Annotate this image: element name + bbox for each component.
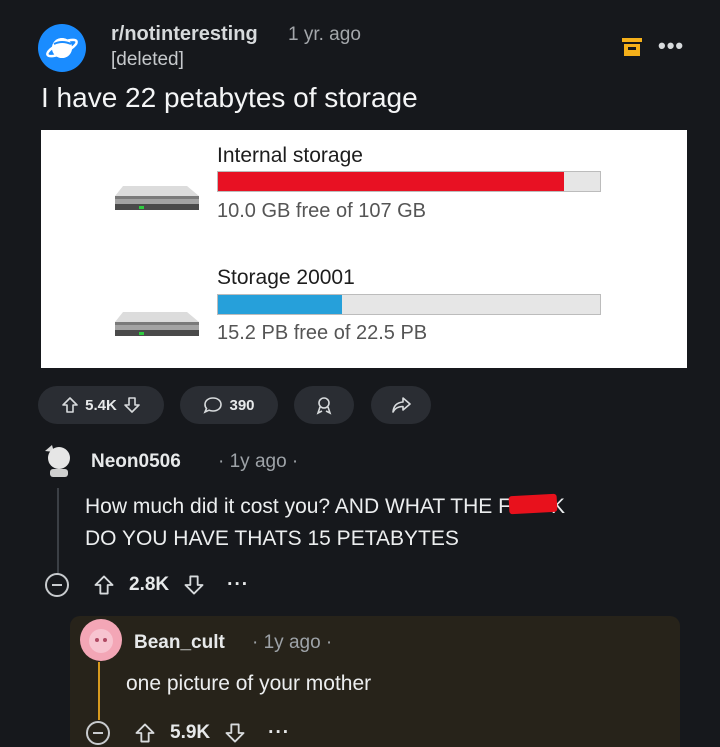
arrow-up-icon[interactable] (61, 396, 79, 414)
drive-name: Storage 20001 (217, 266, 355, 289)
comment-body: one picture of your mother (126, 672, 372, 695)
arrow-down-icon[interactable] (224, 722, 246, 744)
avatar[interactable] (40, 443, 74, 477)
arrow-up-icon[interactable] (93, 574, 115, 596)
post-header: r/notinteresting 1 yr. ago [deleted] ••• (38, 20, 683, 80)
post-comment-count: 390 (229, 396, 255, 414)
bookmark-icon[interactable] (622, 38, 642, 56)
share-button[interactable] (371, 386, 431, 424)
subreddit-name[interactable]: r/notinteresting (111, 23, 258, 46)
redaction-mark (508, 493, 558, 515)
comment-actions: 2.8K ··· (45, 570, 249, 600)
post-time: 1 yr. ago (288, 24, 361, 45)
post-upvote-count: 5.4K (85, 396, 117, 414)
drive-name: Internal storage (217, 144, 363, 167)
comment-actions: 5.9K ··· (86, 718, 290, 747)
drive-usage-bar (217, 171, 601, 192)
drive-usage-fill (218, 172, 565, 191)
post-actions: 5.4K 390 (38, 386, 438, 426)
comment-body: How much did it cost you? AND WHAT THE F… (85, 491, 685, 555)
vote-pill: 5.4K (38, 386, 164, 424)
comment-vote-count: 5.9K (170, 722, 211, 743)
comment-username[interactable]: Bean_cult (134, 632, 225, 654)
more-dots-icon[interactable]: ••• (658, 33, 684, 59)
comment-meta: · 1y ago · (252, 632, 333, 653)
arrow-down-icon[interactable] (183, 574, 205, 596)
comment-username[interactable]: Neon0506 (91, 451, 181, 473)
comments-button[interactable]: 390 (180, 386, 278, 424)
post-title[interactable]: I have 22 petabytes of storage (41, 82, 418, 114)
thread-line[interactable] (57, 488, 59, 574)
drive-icon (115, 186, 199, 210)
drive-usage-bar (217, 294, 601, 315)
comment-line: DO YOU HAVE THATS 15 PETABYTES (85, 527, 459, 550)
avatar[interactable] (80, 619, 122, 661)
post-author[interactable]: [deleted] (111, 49, 184, 71)
more-dots-icon[interactable]: ··· (268, 722, 290, 744)
arrow-down-icon[interactable] (123, 396, 141, 414)
collapse-icon[interactable] (45, 573, 69, 597)
planet-icon (46, 38, 78, 58)
more-dots-icon[interactable]: ··· (227, 574, 249, 596)
drive-free-text: 10.0 GB free of 107 GB (217, 200, 427, 222)
collapse-icon[interactable] (86, 721, 110, 745)
comment-line: How much did it cost you? AND WHAT THE F… (85, 493, 565, 518)
drive-free-text: 15.2 PB free of 22.5 PB (217, 322, 428, 344)
comment-vote-count: 2.8K (129, 574, 170, 595)
award-icon (316, 397, 332, 415)
share-icon (392, 397, 411, 413)
drive-icon (115, 312, 199, 336)
thread-line[interactable] (98, 662, 100, 720)
arrow-up-icon[interactable] (134, 722, 156, 744)
speech-bubble-icon (203, 397, 223, 414)
comment-meta: · 1y ago · (218, 451, 299, 472)
post-image[interactable]: Internal storage 10.0 GB free of 107 GB … (41, 130, 687, 368)
drive-usage-fill (218, 295, 342, 314)
subreddit-avatar[interactable] (38, 24, 86, 72)
award-button[interactable] (294, 386, 354, 424)
